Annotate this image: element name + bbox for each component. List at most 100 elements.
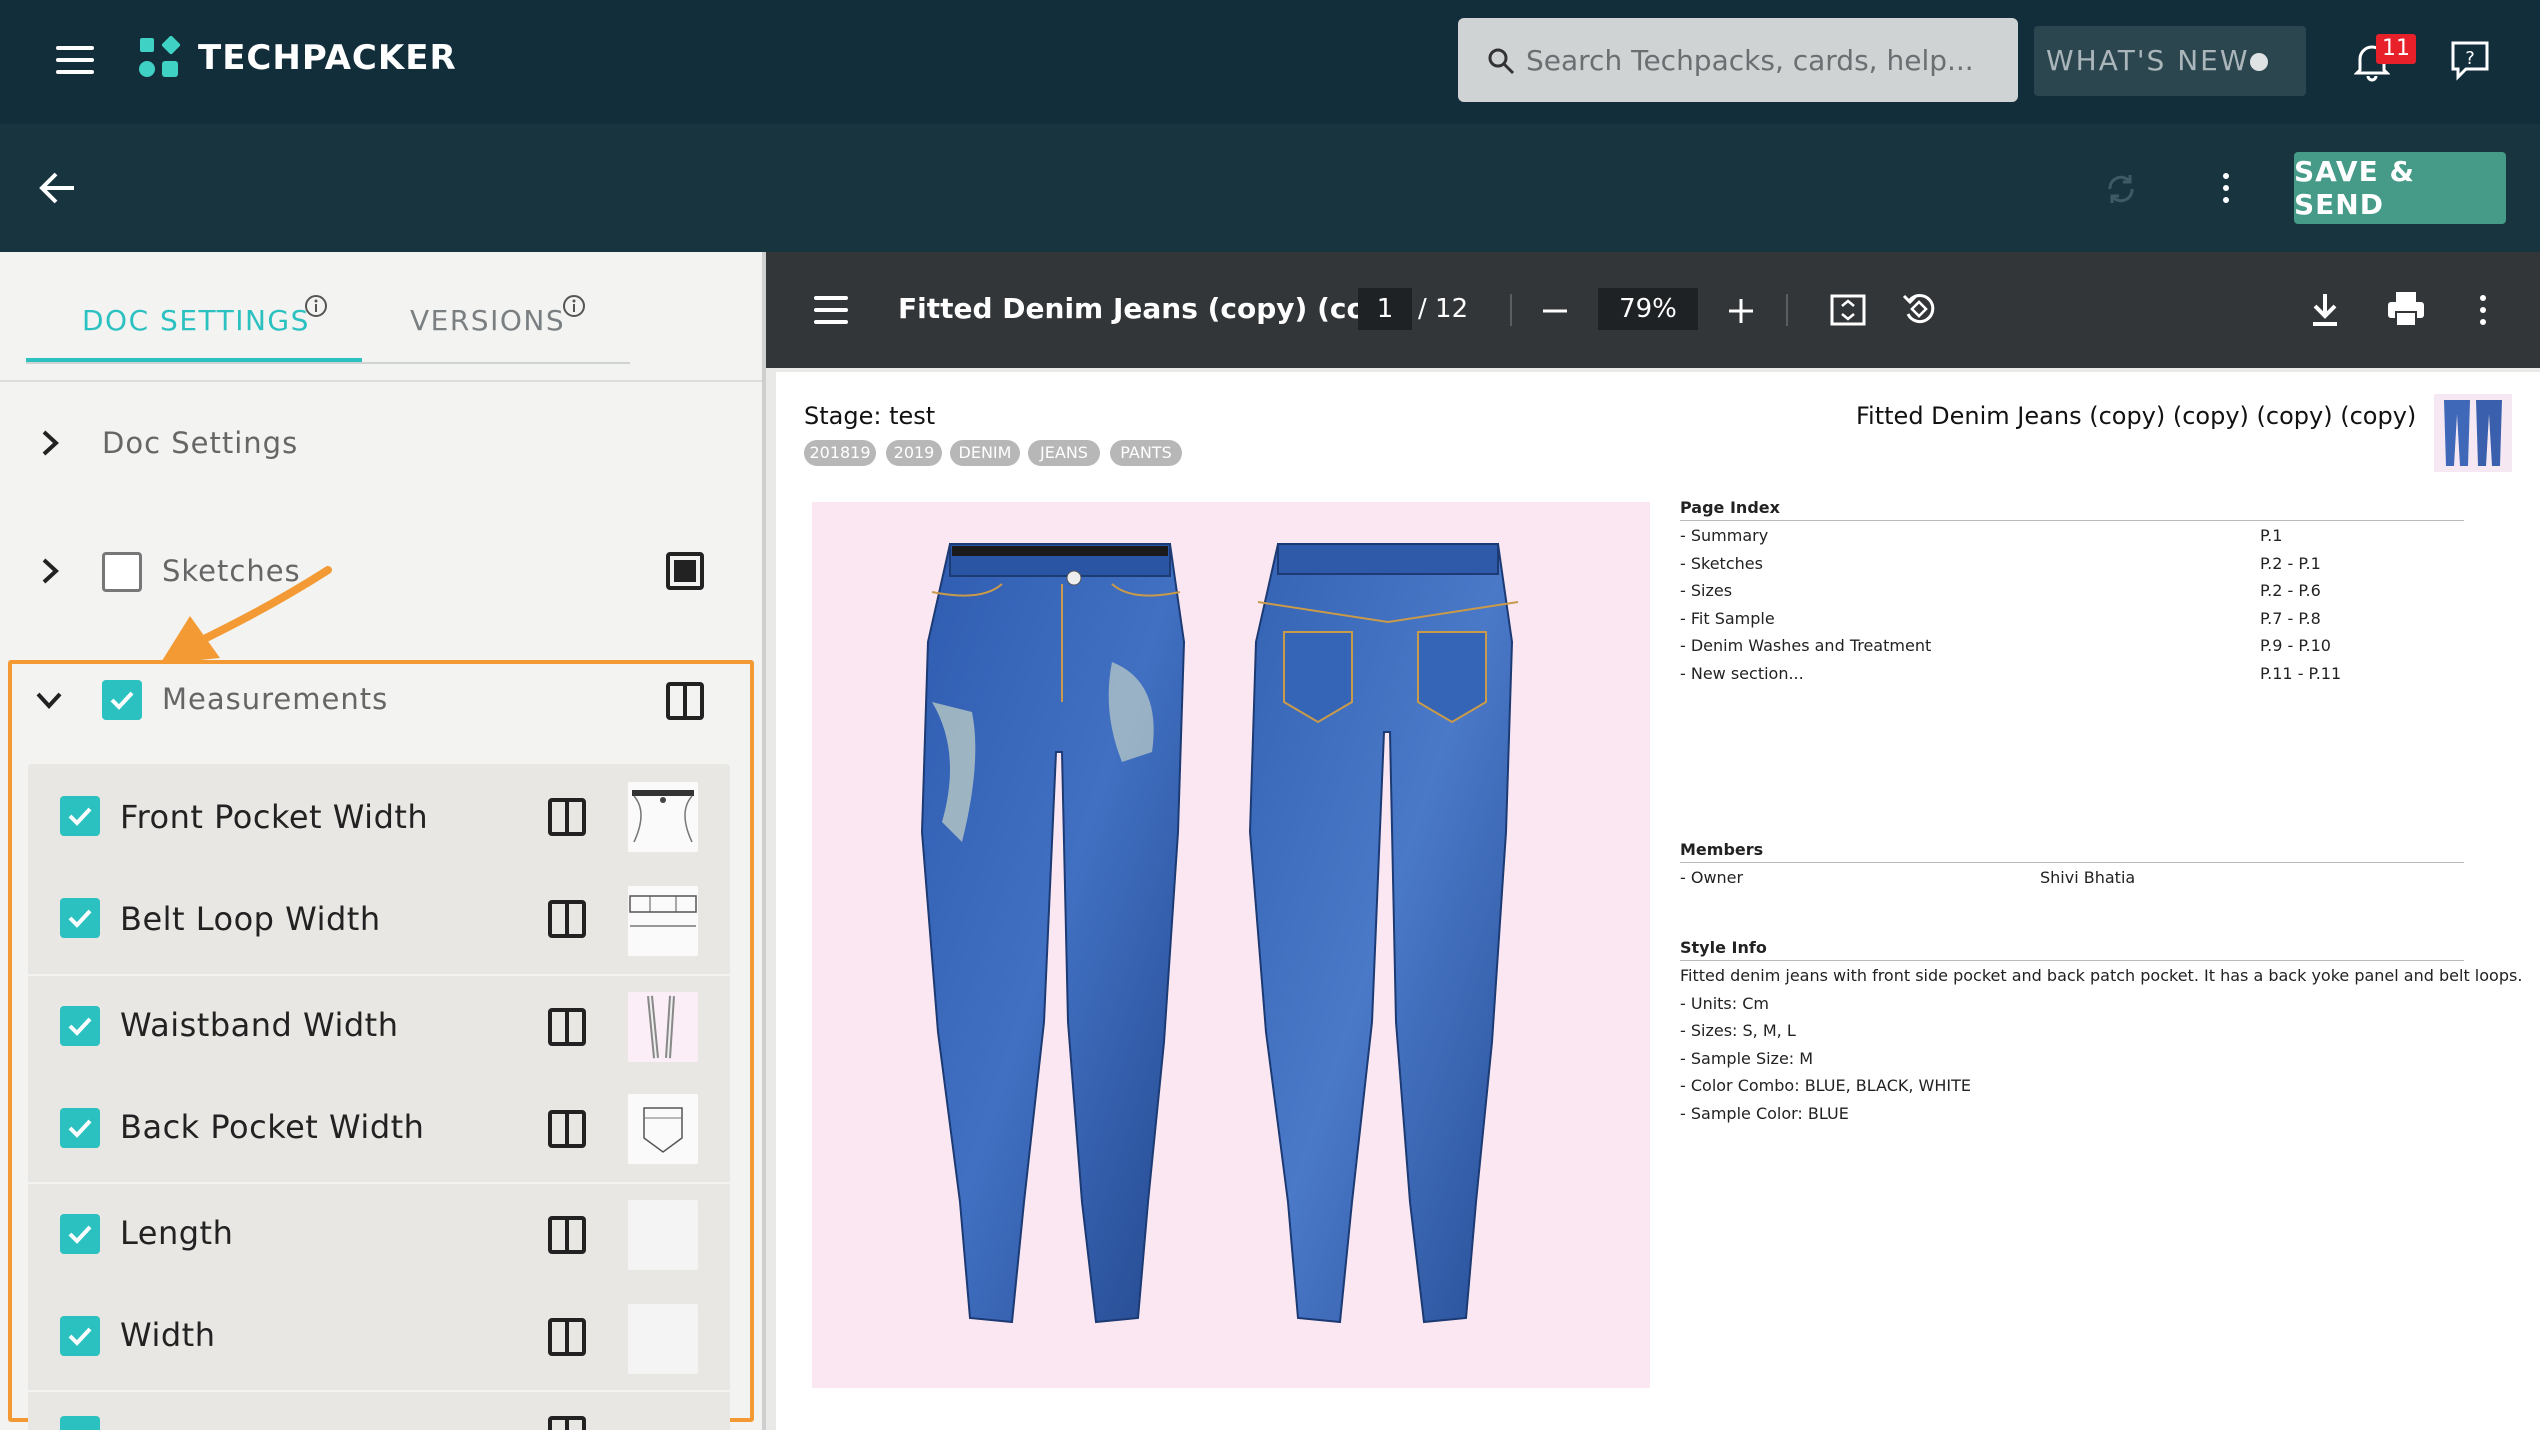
- zoom-out-icon[interactable]: [1540, 296, 1570, 326]
- help-chat-icon[interactable]: ?: [2450, 40, 2490, 82]
- page-index-page[interactable]: P.7 - P.8: [2260, 609, 2321, 628]
- brand-name[interactable]: TECHPACKER: [198, 38, 457, 78]
- tag-badge: 201819: [804, 440, 876, 466]
- split-layout-icon[interactable]: [548, 1008, 586, 1046]
- measurement-group: [28, 1392, 730, 1430]
- measurement-label[interactable]: Length: [120, 1214, 233, 1252]
- measurement-label[interactable]: Belt Loop Width: [120, 900, 381, 938]
- panel-divider: [762, 252, 766, 1430]
- style-info-line: - Sample Size: M: [1680, 1049, 1814, 1068]
- measurement-checkbox[interactable]: [60, 1214, 100, 1254]
- split-layout-icon[interactable]: [548, 1110, 586, 1148]
- measurement-checkbox[interactable]: [60, 898, 100, 938]
- hamburger-menu-icon[interactable]: [56, 44, 96, 76]
- zoom-in-icon[interactable]: [1726, 296, 1756, 326]
- back-arrow-icon[interactable]: [38, 168, 78, 208]
- versions-info-icon[interactable]: [562, 294, 586, 318]
- sub-header: [0, 124, 2540, 252]
- doc-settings-info-icon[interactable]: [304, 294, 328, 318]
- split-layout-icon[interactable]: [548, 1416, 586, 1430]
- measurement-checkbox[interactable]: [60, 1416, 100, 1430]
- member-role: - Owner: [1680, 868, 1744, 887]
- style-info-line: - Color Combo: BLUE, BLACK, WHITE: [1680, 1076, 1971, 1095]
- tab-versions[interactable]: VERSIONS: [410, 304, 565, 337]
- page-index-page[interactable]: P.1: [2260, 526, 2282, 545]
- search-icon: [1488, 48, 1515, 75]
- doc-title-thumbnail: [2434, 394, 2512, 472]
- rotate-icon[interactable]: [1900, 290, 1938, 328]
- page-total: / 12: [1418, 294, 1469, 324]
- measurement-checkbox[interactable]: [60, 1108, 100, 1148]
- members-rule: [1680, 862, 2464, 863]
- page-index-page[interactable]: P.2 - P.6: [2260, 581, 2321, 600]
- measurement-thumbnail[interactable]: [628, 1304, 698, 1374]
- print-icon[interactable]: [2386, 290, 2426, 328]
- chevron-right-icon[interactable]: [38, 428, 62, 458]
- page-number-input[interactable]: 1: [1358, 288, 1412, 330]
- measurement-label[interactable]: Waistband Width: [120, 1006, 398, 1044]
- viewer-doc-title: Fitted Denim Jeans (copy) (co...: [898, 292, 1398, 325]
- page-index-page[interactable]: P.2 - P.1: [2260, 554, 2321, 573]
- techpacker-logo-icon: [139, 36, 181, 77]
- page-index-page[interactable]: P.9 - P.10: [2260, 636, 2331, 655]
- measurement-checkbox[interactable]: [60, 796, 100, 836]
- measurement-label[interactable]: Back Pocket Width: [120, 1108, 424, 1146]
- measurements-checkbox[interactable]: [102, 680, 142, 720]
- whats-new-button[interactable]: WHAT'S NEW: [2034, 26, 2306, 96]
- chevron-down-icon[interactable]: [34, 688, 64, 712]
- measurement-label[interactable]: Front Pocket Width: [120, 798, 428, 836]
- tab-doc-settings[interactable]: DOC SETTINGS: [82, 304, 310, 337]
- full-layout-icon[interactable]: [666, 552, 704, 590]
- measurement-thumbnail[interactable]: [628, 1094, 698, 1164]
- page-index-row[interactable]: - Fit Sample: [1680, 609, 1775, 628]
- measurement-checkbox[interactable]: [60, 1006, 100, 1046]
- whats-new-dot-icon: [2250, 53, 2268, 71]
- page-index-row[interactable]: - Sizes: [1680, 581, 1732, 600]
- measurement-label[interactable]: Width: [120, 1316, 215, 1354]
- split-layout-icon[interactable]: [548, 900, 586, 938]
- page-index-row[interactable]: - New section...: [1680, 664, 1804, 683]
- page-index-row[interactable]: - Summary: [1680, 526, 1768, 545]
- style-info-line: - Sizes: S, M, L: [1680, 1021, 1796, 1040]
- member-name: Shivi Bhatia: [2040, 868, 2136, 887]
- style-info-heading: Style Info: [1680, 938, 1767, 957]
- tag-badge: JEANS: [1028, 440, 1100, 466]
- measurement-thumbnail[interactable]: [628, 1200, 698, 1270]
- page-index-row[interactable]: - Denim Washes and Treatment: [1680, 636, 1931, 655]
- viewer-more-icon[interactable]: [2476, 292, 2490, 328]
- viewer-menu-icon[interactable]: [814, 296, 850, 324]
- more-options-icon[interactable]: [2218, 170, 2234, 206]
- download-icon[interactable]: [2308, 290, 2342, 328]
- tag-badge: DENIM: [950, 440, 1020, 466]
- split-layout-icon[interactable]: [548, 798, 586, 836]
- tabs-divider: [0, 380, 762, 382]
- chevron-right-icon[interactable]: [38, 556, 62, 586]
- search-input[interactable]: [1526, 38, 2006, 82]
- measurement-thumbnail[interactable]: [628, 782, 698, 852]
- fit-page-icon[interactable]: [1830, 292, 1866, 328]
- whats-new-label: WHAT'S NEW: [2046, 44, 2250, 77]
- split-layout-icon[interactable]: [548, 1216, 586, 1254]
- page-index-row[interactable]: - Sketches: [1680, 554, 1763, 573]
- svg-text:?: ?: [2465, 48, 2475, 69]
- save-send-button[interactable]: SAVE & SEND: [2294, 152, 2506, 224]
- zoom-level[interactable]: 79%: [1598, 288, 1698, 330]
- sync-icon[interactable]: [2104, 172, 2138, 206]
- section-doc-settings[interactable]: Doc Settings: [102, 426, 298, 460]
- split-layout-icon[interactable]: [548, 1318, 586, 1356]
- measurement-thumbnail[interactable]: [628, 886, 698, 956]
- search-box[interactable]: [1458, 18, 2018, 102]
- measurement-thumbnail[interactable]: [628, 992, 698, 1062]
- sidebar-tabs: DOC SETTINGS VERSIONS: [26, 252, 630, 364]
- tab-active-indicator: [26, 358, 362, 362]
- page-index-page[interactable]: P.11 - P.11: [2260, 664, 2341, 683]
- measurement-group: [28, 764, 730, 974]
- page-index-heading: Page Index: [1680, 498, 1780, 517]
- section-measurements[interactable]: Measurements: [162, 682, 388, 716]
- style-info-rule: [1680, 960, 2464, 961]
- split-layout-icon[interactable]: [666, 682, 704, 720]
- sketches-checkbox[interactable]: [102, 552, 142, 592]
- sidebar: DOC SETTINGS VERSIONS Doc Settings Sketc…: [0, 252, 762, 1430]
- doc-stage: Stage: test: [804, 402, 936, 430]
- measurement-checkbox[interactable]: [60, 1316, 100, 1356]
